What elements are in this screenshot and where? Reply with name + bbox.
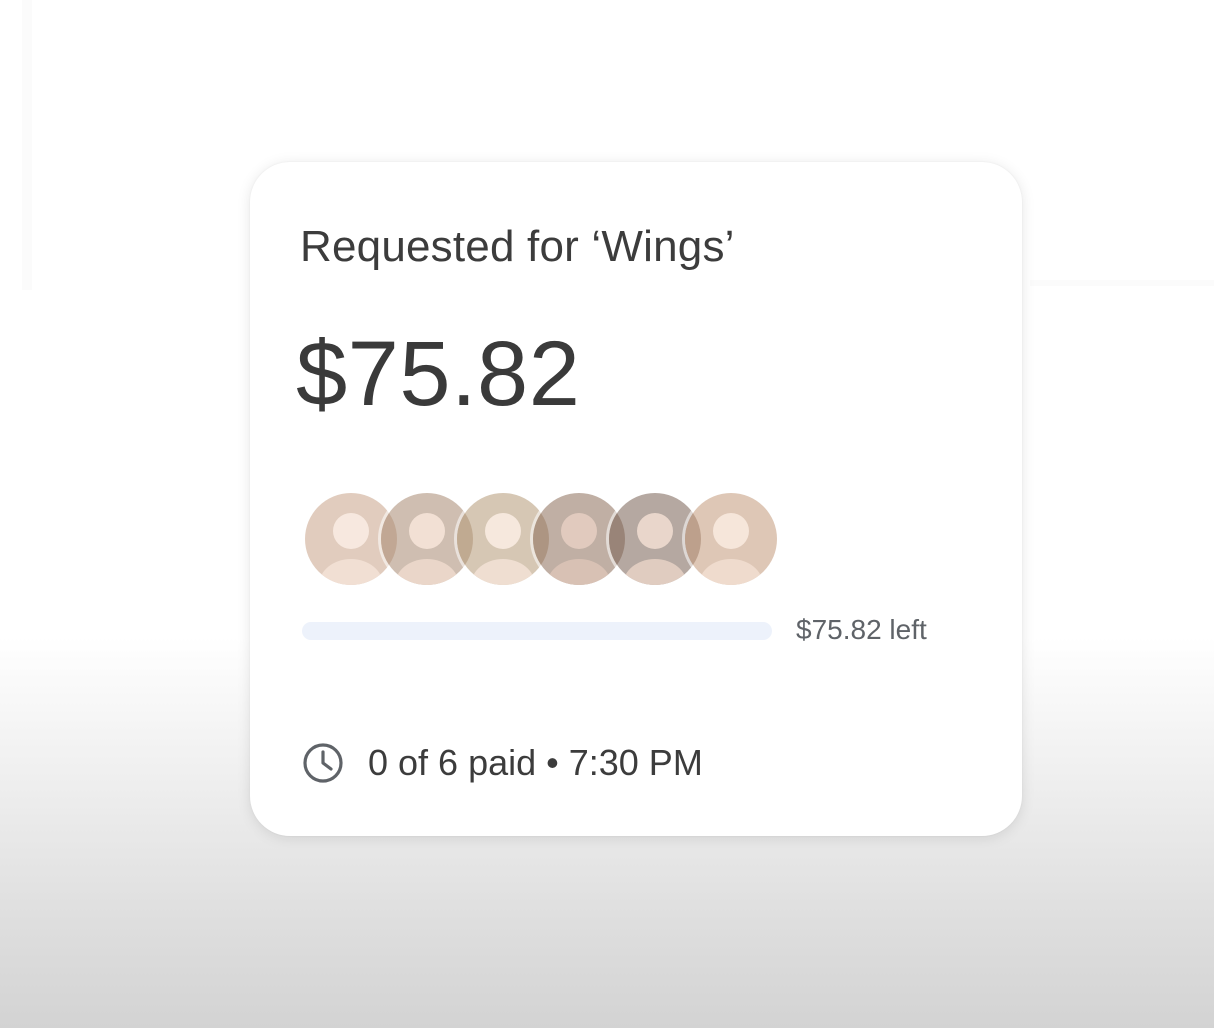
payment-request-card[interactable]: Requested for ‘Wings’ $75.82 $75.82 left… xyxy=(250,162,1022,836)
person-avatar-icon xyxy=(685,493,777,585)
request-title: Requested for ‘Wings’ xyxy=(300,222,735,271)
remaining-amount-label: $75.82 left xyxy=(796,614,927,645)
payment-progress-bar xyxy=(302,622,772,640)
request-amount: $75.82 xyxy=(296,323,581,425)
background-panel-right xyxy=(1030,280,1214,286)
participant-avatars[interactable] xyxy=(302,490,782,588)
payment-status-text: 0 of 6 paid • 7:30 PM xyxy=(368,742,703,783)
participant-avatar[interactable] xyxy=(682,490,780,588)
background-panel-left xyxy=(22,0,32,290)
payment-status-row: 0 of 6 paid • 7:30 PM xyxy=(302,740,703,786)
clock-icon xyxy=(303,743,343,783)
